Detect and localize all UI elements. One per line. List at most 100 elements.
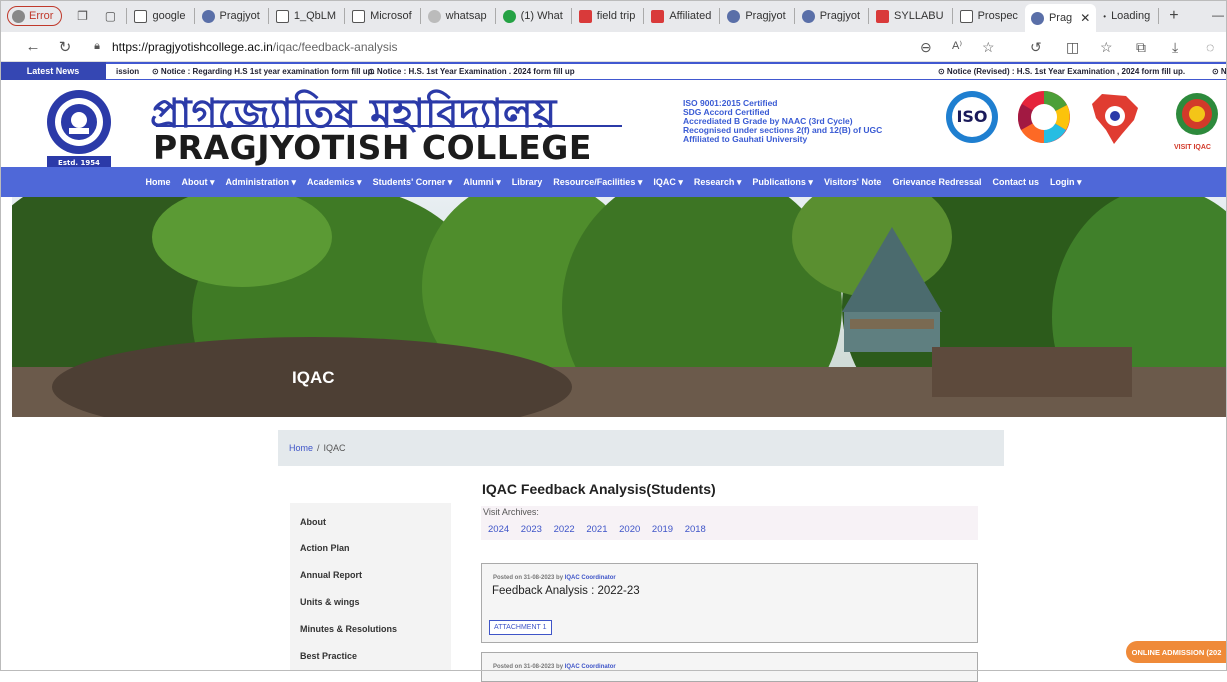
nav-alumni[interactable]: Alumni ▾: [463, 177, 501, 188]
browser-tab[interactable]: Pragjyot: [201, 9, 260, 23]
browser-tab[interactable]: field trip: [578, 9, 636, 23]
document-icon: [959, 9, 973, 23]
site-info-icon[interactable]: 🔒︎: [88, 40, 106, 53]
nav-login[interactable]: Login ▾: [1050, 177, 1082, 188]
accreditation-line: Affiliated to Gauhati University: [683, 134, 808, 144]
refresh-icon[interactable]: ↻: [56, 38, 74, 56]
news-item[interactable]: ⊙ N: [1212, 67, 1227, 76]
breadcrumb-current: IQAC: [323, 443, 346, 453]
archive-year-link[interactable]: 2020: [619, 524, 640, 535]
pdf-icon: [876, 9, 890, 23]
nav-publications[interactable]: Publications ▾: [752, 177, 813, 188]
sidebar-item-minutes[interactable]: Minutes & Resolutions: [300, 624, 397, 634]
workspaces-icon[interactable]: ❐: [74, 8, 90, 24]
browser-tab[interactable]: 1_QbLM: [275, 9, 336, 23]
browser-essentials-icon[interactable]: ↺: [1030, 39, 1042, 56]
post-author-link[interactable]: IQAC Coordinator: [565, 575, 616, 581]
address-bar: ← ↻ 🔒︎ https://pragjyotishcollege.ac.in/…: [0, 32, 1227, 62]
visit-iqac-link[interactable]: VISIT IQAC: [1174, 144, 1211, 151]
document-icon: [134, 9, 148, 23]
college-seal-logo[interactable]: Estd. 1954: [45, 88, 113, 170]
online-admission-button[interactable]: ONLINE ADMISSION (202: [1126, 641, 1227, 663]
split-screen-icon[interactable]: ◫: [1066, 39, 1079, 56]
attachment-button[interactable]: ATTACHMENT 1: [489, 620, 552, 635]
tab-label: field trip: [596, 10, 636, 22]
nav-administration[interactable]: Administration ▾: [225, 177, 296, 188]
downloads-icon[interactable]: ⤓: [1172, 39, 1178, 56]
back-icon[interactable]: ←: [24, 38, 42, 55]
nav-grievance[interactable]: Grievance Redressal: [892, 177, 981, 187]
archive-year-link[interactable]: 2018: [685, 524, 706, 535]
new-tab-icon[interactable]: +: [1169, 7, 1178, 25]
browser-tab[interactable]: (1) What: [502, 9, 563, 23]
active-browser-tab[interactable]: Prag ✕: [1024, 4, 1097, 32]
tab-label: (1) What: [520, 10, 563, 22]
archive-year-link[interactable]: 2024: [488, 524, 509, 535]
read-aloud-icon[interactable]: A⁾: [952, 39, 962, 52]
nav-resources[interactable]: Resource/Facilities ▾: [553, 177, 642, 188]
sidebar-item-units-wings[interactable]: Units & wings: [300, 597, 360, 607]
hero-title: IQAC: [292, 368, 335, 387]
nav-home[interactable]: Home: [145, 177, 170, 187]
iqac-sidebar: About Action Plan Annual Report Units & …: [290, 503, 451, 671]
archive-year-link[interactable]: 2019: [652, 524, 673, 535]
iso-badge-icon: ISO: [946, 91, 998, 143]
nav-contact[interactable]: Contact us: [993, 177, 1040, 187]
main-navigation: Home About ▾ Administration ▾ Academics …: [0, 167, 1227, 197]
nav-about[interactable]: About ▾: [181, 177, 214, 188]
nav-library[interactable]: Library: [512, 177, 543, 187]
collections-icon[interactable]: ⧉: [1136, 39, 1146, 56]
browser-tab[interactable]: Pragjyot: [727, 9, 786, 23]
nav-visitors-note[interactable]: Visitors' Note: [824, 177, 882, 187]
tab-label: Affiliated: [669, 10, 712, 22]
zoom-icon[interactable]: ⊖: [920, 39, 932, 56]
news-item[interactable]: ⊙ Notice : H.S. 1st Year Examination . 2…: [368, 67, 575, 76]
college-name-english: PRAGJYOTISH COLLEGE: [153, 128, 592, 167]
archives-label: Visit Archives:: [483, 507, 539, 517]
breadcrumb-separator: /: [317, 443, 320, 453]
browser-tab[interactable]: Affiliated: [651, 9, 712, 23]
browser-tab[interactable]: Pragjyot: [801, 9, 860, 23]
browser-tab[interactable]: Microsof: [352, 9, 412, 23]
browser-tab[interactable]: whatsap: [427, 9, 487, 23]
iso-label: ISO: [956, 107, 987, 126]
post-title[interactable]: Feedback Analysis : 2022-23: [492, 585, 640, 597]
nav-iqac[interactable]: IQAC ▾: [653, 177, 683, 188]
close-tab-icon[interactable]: ✕: [1080, 11, 1090, 25]
url-host: https://pragjyotishcollege.ac.in: [112, 39, 273, 54]
archive-years: 2024 2023 2022 2021 2020 2019 2018: [488, 524, 715, 535]
minimize-icon[interactable]: —: [1212, 8, 1224, 22]
copilot-icon[interactable]: ◌: [1206, 39, 1214, 55]
tab-divider: [193, 8, 195, 24]
archive-year-link[interactable]: 2021: [586, 524, 607, 535]
browser-tab[interactable]: SYLLABU: [876, 9, 944, 23]
tab-actions-icon[interactable]: ▢: [102, 8, 118, 24]
archive-year-link[interactable]: 2023: [521, 524, 542, 535]
sidebar-item-best-practice[interactable]: Best Practice: [300, 651, 357, 661]
nav-research[interactable]: Research ▾: [694, 177, 742, 188]
page-title: IQAC Feedback Analysis(Students): [482, 481, 716, 497]
post-card: Posted on 31-08-2023 by IQAC Coordinator: [481, 652, 978, 682]
news-item[interactable]: ission: [116, 67, 139, 76]
news-item[interactable]: ⊙ Notice : Regarding H.S 1st year examin…: [152, 67, 375, 76]
favorites-icon[interactable]: ☆: [1100, 39, 1113, 56]
post-author-link[interactable]: IQAC Coordinator: [565, 664, 616, 670]
profile-error-button[interactable]: Error: [7, 6, 63, 26]
tab-label: whatsap: [445, 10, 487, 22]
news-item[interactable]: ⊙ Notice (Revised) : H.S. 1st Year Exami…: [938, 67, 1185, 76]
breadcrumb-home-link[interactable]: Home: [289, 443, 313, 453]
iqac-emblem-icon[interactable]: [1172, 90, 1222, 140]
nav-students-corner[interactable]: Students' Corner ▾: [373, 177, 453, 188]
sidebar-item-annual-report[interactable]: Annual Report: [300, 570, 362, 580]
browser-tab[interactable]: Prospec: [959, 9, 1018, 23]
nav-academics[interactable]: Academics ▾: [307, 177, 362, 188]
loading-browser-tab[interactable]: • Loading: [1103, 10, 1150, 22]
browser-tab[interactable]: google: [134, 9, 186, 23]
archive-year-link[interactable]: 2022: [554, 524, 575, 535]
tab-label: Microsof: [370, 10, 412, 22]
sidebar-item-about[interactable]: About: [300, 517, 326, 527]
sidebar-item-action-plan[interactable]: Action Plan: [300, 543, 350, 553]
favorite-star-icon[interactable]: ☆: [982, 39, 995, 56]
url-field[interactable]: https://pragjyotishcollege.ac.in/iqac/fe…: [112, 40, 398, 54]
document-icon: [275, 9, 289, 23]
